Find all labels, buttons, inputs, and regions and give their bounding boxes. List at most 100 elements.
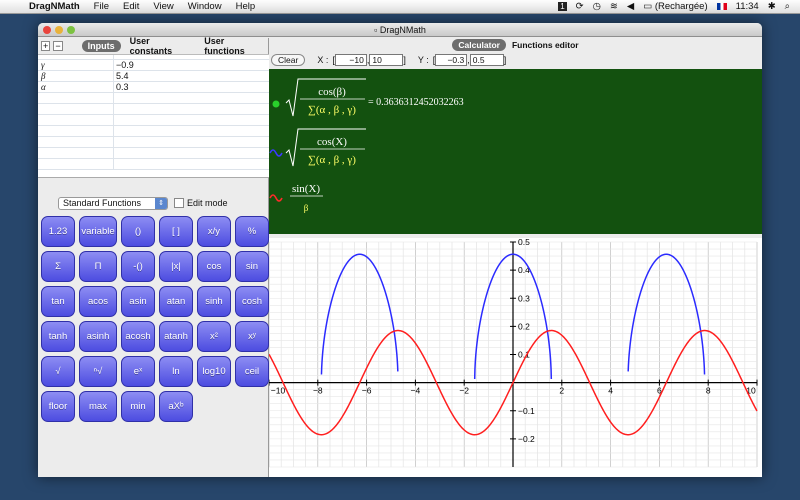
key-sum[interactable]: Σ (41, 251, 75, 282)
formula-area: cos(β) ∑(α , β , γ) = 0.3636312452032263… (269, 69, 762, 234)
x-tick-label: 4 (608, 386, 613, 396)
spotlight-icon[interactable]: ⌕ (785, 1, 790, 12)
y-min-field[interactable]: −0.3 (435, 53, 468, 66)
menu-file[interactable]: File (87, 1, 116, 12)
key-variable[interactable]: variable (79, 216, 117, 247)
sync-icon[interactable]: ⟳ (576, 1, 584, 12)
wifi-icon[interactable]: ≋ (610, 1, 618, 12)
key-power[interactable]: xʸ (235, 321, 269, 352)
key-square[interactable]: x² (197, 321, 231, 352)
key-cos[interactable]: cos (197, 251, 231, 282)
key-sqrt[interactable]: √ (41, 356, 75, 387)
x-max-field[interactable]: 10 (369, 53, 404, 66)
function-keypad: 1.23 variable()[ ] x/y% Σ Π -() |x| cos sin tan ac… (41, 216, 269, 422)
y-max-field[interactable]: 0.5 (469, 53, 504, 66)
table-row[interactable]: α 0.3 (38, 82, 269, 93)
variable-name: α (38, 82, 114, 92)
formula2-numerator[interactable]: cos(X) (317, 136, 347, 148)
key-product[interactable]: Π (79, 251, 117, 282)
tab-functions-editor[interactable]: Functions editor (512, 40, 579, 50)
key-tan[interactable]: tan (41, 286, 75, 317)
formula1-result: = 0.3636312452032263 (368, 97, 464, 108)
menu-help[interactable]: Help (229, 1, 263, 12)
document-icon: ▫ (374, 25, 378, 35)
remove-variable-button[interactable]: − (53, 41, 63, 51)
key-floor[interactable]: floor (41, 391, 75, 422)
key-number[interactable]: 1.23 (41, 216, 75, 247)
menu-view[interactable]: View (146, 1, 180, 12)
variable-value[interactable]: −0.9 (114, 60, 134, 70)
key-percent[interactable]: % (235, 216, 269, 247)
key-exp[interactable]: eˣ (121, 356, 155, 387)
formula1-numerator[interactable]: cos(β) (318, 86, 346, 98)
key-acos[interactable]: acos (79, 286, 117, 317)
x-tick-label: −2 (459, 386, 469, 396)
formulas-svg: cos(β) ∑(α , β , γ) = 0.3636312452032263… (269, 78, 464, 213)
menu-window[interactable]: Window (181, 1, 229, 12)
key-sinh[interactable]: sinh (197, 286, 231, 317)
x-tick-label: −4 (411, 386, 421, 396)
key-max[interactable]: max (79, 391, 117, 422)
tab-calculator[interactable]: Calculator (452, 38, 506, 51)
x-min-field[interactable]: −10 (334, 53, 367, 66)
y-tick-label: 0.3 (518, 293, 530, 303)
key-tanh[interactable]: tanh (41, 321, 75, 352)
variable-value[interactable]: 0.3 (114, 82, 129, 92)
key-ceil[interactable]: ceil (235, 356, 269, 387)
timemachine-icon[interactable]: ◷ (593, 1, 601, 12)
key-asin[interactable]: asin (121, 286, 155, 317)
zoom-icon[interactable] (67, 26, 75, 34)
key-scientific[interactable]: aXᵇ (159, 391, 193, 422)
status-icon[interactable]: 1 (558, 2, 567, 11)
right-panel: Calculator Functions editor Clear X : [ … (268, 38, 762, 477)
graph-area[interactable]: −10 −8 −6 −4 −2 2 4 6 8 10 −0.2 −0.1 0.1 0.2 0.3 0.4 0.5 (268, 237, 762, 477)
close-icon[interactable] (43, 26, 51, 34)
key-negate[interactable]: -() (121, 251, 155, 282)
menu-app[interactable]: DragNMath (22, 1, 87, 12)
key-cosh[interactable]: cosh (235, 286, 269, 317)
formula3-denominator[interactable]: β (304, 203, 309, 213)
battery-label: (Rechargée) (654, 1, 708, 12)
battery-icon[interactable]: ▭ (Rechargée) (643, 1, 707, 12)
key-atan[interactable]: atan (159, 286, 193, 317)
x-tick-label: 2 (559, 386, 564, 396)
key-sin[interactable]: sin (235, 251, 269, 282)
key-atanh[interactable]: atanh (159, 321, 193, 352)
table-row[interactable]: γ −0.9 (38, 60, 269, 71)
key-fraction[interactable]: x/y (197, 216, 231, 247)
y-tick-label: 0.5 (518, 238, 530, 247)
table-row[interactable]: β 5.4 (38, 71, 269, 82)
minimize-icon[interactable] (55, 26, 63, 34)
window-title: DragNMath (379, 25, 426, 35)
formula1-denominator[interactable]: ∑(α , β , γ) (308, 104, 356, 116)
bluetooth-icon[interactable]: ✱ (768, 1, 776, 12)
variable-value[interactable]: 5.4 (114, 71, 129, 81)
formula3-numerator[interactable]: sin(X) (292, 183, 320, 195)
key-nth-root[interactable]: ⁿ√ (79, 356, 117, 387)
value-dot-icon[interactable] (272, 100, 280, 108)
volume-icon[interactable]: ◀ (627, 1, 634, 12)
key-min[interactable]: min (121, 391, 155, 422)
clock[interactable]: 11:34 (736, 1, 759, 12)
flag-icon[interactable] (716, 3, 727, 10)
key-abs[interactable]: |x| (159, 251, 193, 282)
key-asinh[interactable]: asinh (79, 321, 117, 352)
red-wave-icon[interactable] (269, 194, 283, 202)
key-brackets[interactable]: [ ] (159, 216, 193, 247)
menu-edit[interactable]: Edit (116, 1, 146, 12)
add-variable-button[interactable]: + (41, 41, 51, 51)
key-log10[interactable]: log10 (197, 356, 231, 387)
blue-wave-icon[interactable] (269, 149, 283, 157)
edit-mode-checkbox[interactable] (174, 198, 184, 208)
tab-inputs[interactable]: Inputs (81, 40, 121, 52)
variable-name: γ (38, 60, 114, 70)
functions-select[interactable]: Standard Functions ⇕ (58, 196, 168, 210)
x-tick-label: 8 (706, 386, 711, 396)
formula2-denominator[interactable]: ∑(α , β , γ) (308, 154, 356, 166)
key-ln[interactable]: ln (159, 356, 193, 387)
plot-svg[interactable]: −10 −8 −6 −4 −2 2 4 6 8 10−0.2−0.10.10.20.30.40.5 (268, 237, 762, 477)
key-parentheses[interactable]: () (121, 216, 155, 247)
key-acosh[interactable]: acosh (121, 321, 155, 352)
app-window: ▫ DragNMath + − Inputs User constants Us… (38, 23, 762, 477)
clear-button[interactable]: Clear (271, 53, 306, 66)
